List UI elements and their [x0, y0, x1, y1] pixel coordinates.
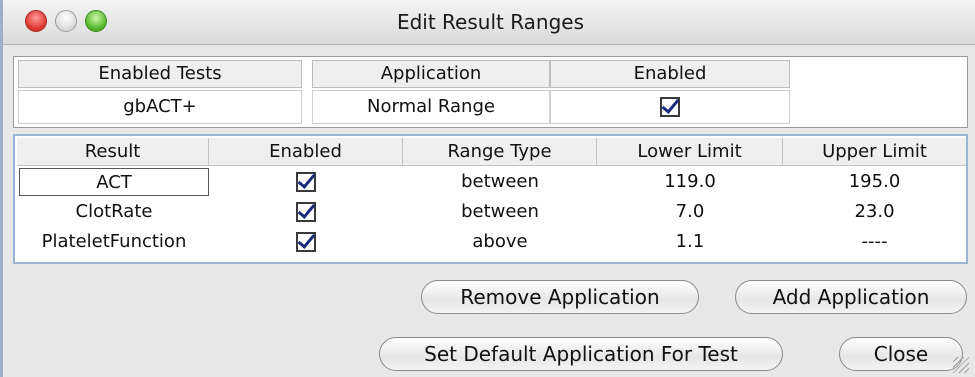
- application-normal-range[interactable]: Normal Range: [312, 90, 550, 124]
- lower-limit-cell[interactable]: 7.0: [597, 198, 783, 226]
- resize-grip-icon[interactable]: [953, 357, 969, 373]
- enabled-test-gbact[interactable]: gbACT+: [18, 90, 302, 124]
- enabled-cell: [209, 198, 403, 226]
- results-table: Result Enabled Range Type Lower Limit Up…: [13, 134, 968, 264]
- range-type-cell[interactable]: between: [403, 168, 597, 196]
- title-bar[interactable]: Edit Result Ranges: [3, 0, 975, 45]
- enabled-cell: [209, 168, 403, 196]
- set-default-application-button[interactable]: Set Default Application For Test: [379, 337, 783, 371]
- column-header-enabled[interactable]: Enabled: [209, 138, 403, 166]
- application-enabled-cell: [550, 90, 790, 124]
- result-cell[interactable]: ACT: [19, 168, 209, 196]
- close-button[interactable]: Close: [839, 337, 963, 371]
- add-application-button[interactable]: Add Application: [735, 280, 967, 314]
- upper-limit-cell[interactable]: 23.0: [783, 198, 966, 226]
- result-enabled-checkbox[interactable]: [296, 232, 316, 252]
- enabled-tests-header: Enabled Tests: [18, 60, 302, 88]
- result-cell[interactable]: PlateletFunction: [19, 228, 209, 256]
- remove-application-button[interactable]: Remove Application: [421, 280, 699, 314]
- lower-limit-cell[interactable]: 119.0: [597, 168, 783, 196]
- application-enabled-header: Enabled: [550, 60, 790, 88]
- edit-result-ranges-window: Edit Result Ranges Enabled Tests gbACT+ …: [0, 0, 975, 377]
- column-header-range-type[interactable]: Range Type: [403, 138, 597, 166]
- enabled-cell: [209, 228, 403, 256]
- tests-application-panel: Enabled Tests gbACT+ Application Enabled…: [13, 56, 968, 128]
- application-header: Application: [312, 60, 550, 88]
- column-header-result[interactable]: Result: [17, 138, 209, 166]
- range-type-cell[interactable]: between: [403, 198, 597, 226]
- application-enabled-checkbox[interactable]: [660, 97, 680, 117]
- upper-limit-cell[interactable]: ----: [783, 228, 966, 256]
- upper-limit-cell[interactable]: 195.0: [783, 168, 966, 196]
- range-type-cell[interactable]: above: [403, 228, 597, 256]
- result-enabled-checkbox[interactable]: [296, 202, 316, 222]
- lower-limit-cell[interactable]: 1.1: [597, 228, 783, 256]
- column-header-lower-limit[interactable]: Lower Limit: [597, 138, 783, 166]
- column-header-upper-limit[interactable]: Upper Limit: [783, 138, 966, 166]
- result-enabled-checkbox[interactable]: [296, 172, 316, 192]
- window-title: Edit Result Ranges: [396, 10, 585, 34]
- result-cell[interactable]: ClotRate: [19, 198, 209, 226]
